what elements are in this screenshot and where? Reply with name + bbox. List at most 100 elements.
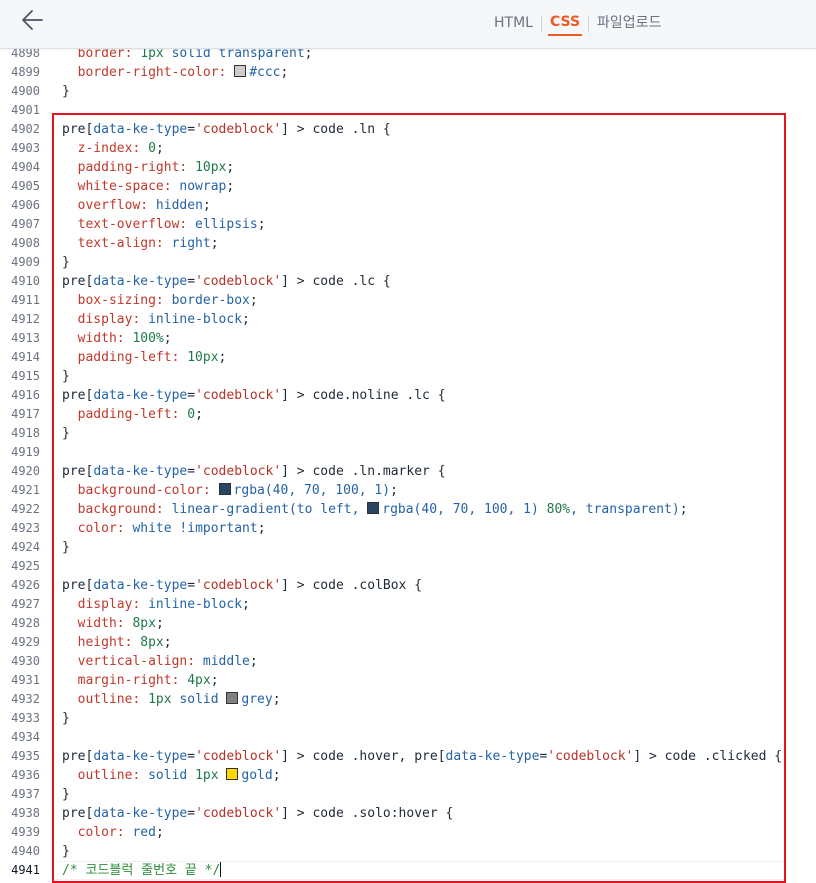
code-line[interactable]: 4918} (0, 424, 816, 443)
line-number: 4902 (11, 122, 40, 136)
code-line[interactable]: 4937} (0, 785, 816, 804)
text-cursor (220, 861, 222, 877)
code-text: } (62, 787, 70, 802)
code-text: padding-left: 10px; (77, 350, 227, 365)
code-line[interactable]: 4923 color: white !important; (0, 519, 816, 538)
code-line[interactable]: 4904 padding-right: 10px; (0, 158, 816, 177)
code-text: /* 코드블럭 줄번호 끝 */ (62, 861, 222, 878)
code-text: } (62, 84, 70, 99)
line-number: 4912 (11, 312, 40, 326)
line-number: 4914 (11, 350, 40, 364)
line-number: 4921 (11, 483, 40, 497)
color-swatch (367, 502, 380, 514)
code-text: outline: solid 1px gold; (77, 768, 281, 783)
code-line[interactable]: 4907 text-overflow: ellipsis; (0, 215, 816, 234)
code-line[interactable]: 4927 display: inline-block; (0, 595, 816, 614)
line-number: 4913 (11, 331, 40, 345)
code-line[interactable]: 4911 box-sizing: border-box; (0, 291, 816, 310)
tab-divider (540, 16, 542, 32)
code-line[interactable]: 4938 pre[data-ke-type='codeblock'] > code… (0, 804, 816, 823)
code-text: margin-right: 4px; (77, 673, 219, 688)
code-line[interactable]: 4916 pre[data-ke-type='codeblock'] > code… (0, 386, 816, 405)
code-line[interactable]: 4939 color: red; (0, 823, 816, 842)
code-line[interactable]: 4932 outline: 1px solid grey; (0, 690, 816, 709)
code-line[interactable]: 4915} (0, 367, 816, 386)
code-line[interactable]: 4926 pre[data-ke-type='codeblock'] > code… (0, 576, 816, 595)
code-text: overflow: hidden; (77, 198, 211, 213)
code-line[interactable]: 4930 vertical-align: middle; (0, 652, 816, 671)
line-number: 4903 (11, 141, 40, 155)
code-text: background-color: rgba(40, 70, 100, 1); (77, 483, 398, 498)
code-line[interactable]: 4941 /* 코드블럭 줄번호 끝 */ (0, 861, 816, 880)
line-number: 4918 (11, 426, 40, 440)
code-line[interactable]: 4910 pre[data-ke-type='codeblock'] > code… (0, 272, 816, 291)
code-line[interactable]: 4901 (0, 101, 816, 120)
code-line[interactable]: 4925 (0, 557, 816, 576)
line-number: 4924 (11, 540, 40, 554)
color-swatch (234, 65, 247, 77)
code-line[interactable]: 4928 width: 8px; (0, 614, 816, 633)
code-line[interactable]: 4924} (0, 538, 816, 557)
line-number: 4939 (11, 825, 40, 839)
line-number: 4936 (11, 768, 40, 782)
code-line[interactable]: 4900} (0, 82, 816, 101)
code-line[interactable]: 4912 display: inline-block; (0, 310, 816, 329)
code-line[interactable]: 4908 text-align: right; (0, 234, 816, 253)
line-number: 4927 (11, 597, 40, 611)
code-line[interactable]: 4905 white-space: nowrap; (0, 177, 816, 196)
code-line[interactable]: 4898 border: 1px solid transparent; (0, 49, 816, 63)
line-number: 4915 (11, 369, 40, 383)
line-number: 4932 (11, 692, 40, 706)
code-line[interactable]: 4919 (0, 443, 816, 462)
code-line[interactable]: 4922 background: linear-gradient(to left… (0, 500, 816, 519)
line-number: 4922 (11, 502, 40, 516)
code-text: pre[data-ke-type='codeblock'] > code .ho… (62, 749, 783, 764)
code-editor[interactable]: 4898 border: 1px solid transparent; 4899 … (0, 49, 816, 883)
code-line[interactable]: 4929 height: 8px; (0, 633, 816, 652)
code-text: color: white !important; (77, 521, 266, 536)
line-number: 4901 (11, 103, 40, 117)
editor-tabs: HTML CSS 파일업로드 (492, 12, 663, 36)
code-text: pre[data-ke-type='codeblock'] > code.nol… (62, 388, 446, 403)
line-number: 4919 (11, 445, 40, 459)
code-line[interactable]: 4933} (0, 709, 816, 728)
back-button[interactable] (16, 6, 50, 36)
line-number: 4928 (11, 616, 40, 630)
tab-divider (588, 16, 590, 32)
line-number: 4940 (11, 844, 40, 858)
code-text: display: inline-block; (77, 597, 250, 612)
code-text: text-align: right; (77, 236, 219, 251)
code-line[interactable]: 4914 padding-left: 10px; (0, 348, 816, 367)
line-number: 4899 (11, 65, 40, 79)
code-text: background: linear-gradient(to left, rgb… (77, 502, 688, 517)
line-number: 4905 (11, 179, 40, 193)
code-text: vertical-align: middle; (77, 654, 258, 669)
code-text: text-overflow: ellipsis; (77, 217, 266, 232)
tab-html[interactable]: HTML (492, 13, 535, 35)
tab-css[interactable]: CSS (547, 12, 583, 36)
code-line[interactable]: 4936 outline: solid 1px gold; (0, 766, 816, 785)
code-line[interactable]: 4931 margin-right: 4px; (0, 671, 816, 690)
code-line[interactable]: 4921 background-color: rgba(40, 70, 100,… (0, 481, 816, 500)
code-line[interactable]: 4899 border-right-color: #ccc; (0, 63, 816, 82)
code-line[interactable]: 4909} (0, 253, 816, 272)
line-number: 4916 (11, 388, 40, 402)
code-line[interactable]: 4913 width: 100%; (0, 329, 816, 348)
code-text: pre[data-ke-type='codeblock'] > code .ln… (62, 464, 446, 479)
code-text: } (62, 369, 70, 384)
code-line[interactable]: 4906 overflow: hidden; (0, 196, 816, 215)
line-number: 4904 (11, 160, 40, 174)
color-swatch (218, 483, 231, 495)
code-text: white-space: nowrap; (77, 179, 235, 194)
code-line[interactable]: 4902 pre[data-ke-type='codeblock'] > code… (0, 120, 816, 139)
code-line[interactable]: 4903 z-index: 0; (0, 139, 816, 158)
code-text: width: 8px; (77, 616, 164, 631)
code-line[interactable]: 4940} (0, 842, 816, 861)
code-text: outline: 1px solid grey; (77, 692, 281, 707)
tab-file-upload[interactable]: 파일업로드 (595, 13, 663, 35)
code-line[interactable]: 4934 (0, 728, 816, 747)
code-line[interactable]: 4935 pre[data-ke-type='codeblock'] > code… (0, 747, 816, 766)
code-line[interactable]: 4917 padding-left: 0; (0, 405, 816, 424)
code-line[interactable]: 4920 pre[data-ke-type='codeblock'] > code… (0, 462, 816, 481)
code-text: pre[data-ke-type='codeblock'] > code .so… (62, 806, 454, 821)
